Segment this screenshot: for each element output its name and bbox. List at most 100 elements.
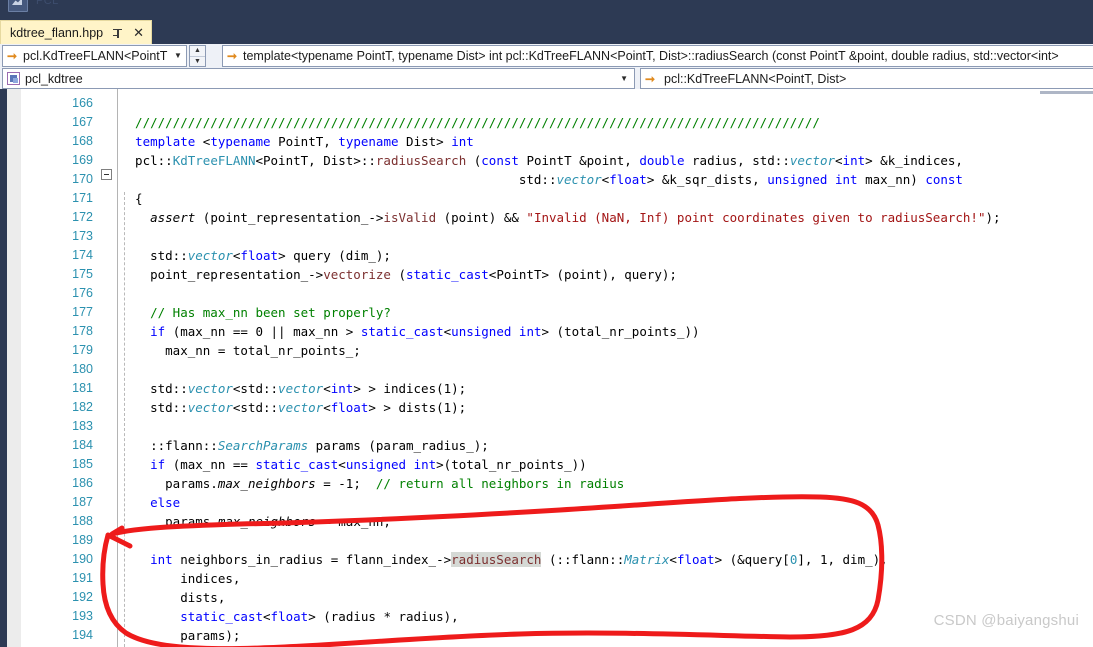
code-line: 191 indices, — [0, 569, 1093, 588]
line-number: 178 — [72, 324, 93, 338]
code-line: 174 std::vector<float> query (dim_); — [0, 246, 1093, 265]
arrow-right-icon: ➞ — [644, 71, 656, 86]
spinner-down-icon[interactable]: ▼ — [190, 56, 205, 67]
line-number: 167 — [72, 115, 93, 129]
chevron-down-icon[interactable]: ▼ — [620, 74, 628, 83]
code-line: 192 dists, — [0, 588, 1093, 607]
line-number: 185 — [72, 457, 93, 471]
visual-studio-editor-window: PCL kdtree_flann.hpp ✕ ➞ pcl.KdTreeFLANN… — [0, 0, 1093, 647]
code-line-text[interactable]: std::vector<std::vector<float> > dists(1… — [120, 398, 466, 417]
code-line: 193 static_cast<float> (radius * radius)… — [0, 607, 1093, 626]
code-line-text[interactable]: pcl::KdTreeFLANN<PointT, Dist>::radiusSe… — [120, 151, 963, 170]
code-line: 173 — [0, 227, 1093, 246]
document-tab-label: kdtree_flann.hpp — [10, 25, 104, 40]
tab-strip: kdtree_flann.hpp ✕ — [0, 20, 153, 44]
code-line-text[interactable]: ::flann::SearchParams params (param_radi… — [120, 436, 489, 455]
code-line: 187 else — [0, 493, 1093, 512]
navigation-spinner[interactable]: ▲ ▼ — [189, 45, 206, 67]
code-line: 189 — [0, 531, 1093, 550]
code-text-area[interactable]: 166 167 /////////////////////////////////… — [0, 89, 1093, 647]
code-line: 190 int neighbors_in_radius = flann_inde… — [0, 550, 1093, 569]
line-number: 192 — [72, 590, 93, 604]
code-line-text[interactable]: assert (point_representation_->isValid (… — [120, 208, 1000, 227]
code-line-text[interactable]: if (max_nn == 0 || max_nn > static_cast<… — [120, 322, 699, 341]
line-number: 181 — [72, 381, 93, 395]
code-line: 167 ////////////////////////////////////… — [0, 113, 1093, 132]
code-line-text[interactable]: static_cast<float> (radius * radius), — [120, 607, 458, 626]
project-name: pcl_kdtree — [25, 71, 83, 86]
line-number: 172 — [72, 210, 93, 224]
code-line-text[interactable]: params.max_neighbors = -1; // return all… — [120, 474, 624, 493]
code-line-text[interactable]: params); — [120, 626, 240, 645]
code-line-text[interactable]: indices, — [120, 569, 240, 588]
code-line: 166 — [0, 94, 1093, 113]
line-number: 187 — [72, 495, 93, 509]
code-line-text[interactable]: params.max_neighbors = max_nn; — [120, 512, 391, 531]
code-line: 194 params); — [0, 626, 1093, 645]
line-number: 186 — [72, 476, 93, 490]
line-number: 182 — [72, 400, 93, 414]
title-bar: PCL — [0, 0, 1093, 44]
code-line-text[interactable]: ////////////////////////////////////////… — [120, 113, 820, 132]
code-line-text[interactable]: std::vector<float> &k_sqr_dists, unsigne… — [120, 170, 963, 189]
code-line: 184 ::flann::SearchParams params (param_… — [0, 436, 1093, 455]
line-number: 180 — [72, 362, 93, 376]
line-number: 166 — [72, 96, 93, 110]
line-number: 183 — [72, 419, 93, 433]
code-line: 179 max_nn = total_nr_points_; — [0, 341, 1093, 360]
code-line: 172 assert (point_representation_->isVal… — [0, 208, 1093, 227]
close-icon[interactable]: ✕ — [133, 26, 144, 39]
line-number: 179 — [72, 343, 93, 357]
code-line-text[interactable]: template <typename PointT, typename Dist… — [120, 132, 474, 151]
code-line-text[interactable]: if (max_nn == static_cast<unsigned int>(… — [120, 455, 587, 474]
code-line: 188 params.max_neighbors = max_nn; — [0, 512, 1093, 531]
member-dropdown[interactable]: ➞ template<typename PointT, typename Dis… — [222, 45, 1093, 67]
line-number: 173 — [72, 229, 93, 243]
arrow-right-icon: ➞ — [226, 49, 238, 63]
code-line: 169 pcl::KdTreeFLANN<PointT, Dist>::radi… — [0, 151, 1093, 170]
type-dropdown[interactable]: ➞ pcl.KdTreeFLANN<PointT ▼ — [2, 45, 187, 67]
code-line: 176 — [0, 284, 1093, 303]
code-line: 185 if (max_nn == static_cast<unsigned i… — [0, 455, 1093, 474]
code-line: 180 — [0, 360, 1093, 379]
document-tab-kdtree-flann-hpp[interactable]: kdtree_flann.hpp ✕ — [0, 20, 153, 44]
code-line-text[interactable]: int neighbors_in_radius = flann_index_->… — [120, 550, 888, 569]
code-line: 186 params.max_neighbors = -1; // return… — [0, 474, 1093, 493]
class-dropdown[interactable]: ➞ pcl::KdTreeFLANN<PointT, Dist> — [640, 68, 1093, 89]
line-number: 177 — [72, 305, 93, 319]
line-number: 191 — [72, 571, 93, 585]
code-line-text[interactable]: point_representation_->vectorize (static… — [120, 265, 677, 284]
code-line: 170 std::vector<float> &k_sqr_dists, uns… — [0, 170, 1093, 189]
line-number: 168 — [72, 134, 93, 148]
visual-studio-icon — [8, 0, 28, 12]
member-dropdown-value: template<typename PointT, typename Dist>… — [243, 49, 1059, 63]
line-number: 193 — [72, 609, 93, 623]
app-label: PCL — [36, 0, 59, 7]
code-line: 183 — [0, 417, 1093, 436]
code-line: 181 std::vector<std::vector<int> > indic… — [0, 379, 1093, 398]
code-line-text[interactable]: { — [120, 189, 143, 208]
navigation-bar: ➞ pcl.KdTreeFLANN<PointT ▼ ▲ ▼ ➞ templat… — [0, 44, 1093, 68]
code-line-text[interactable]: std::vector<std::vector<int> > indices(1… — [120, 379, 466, 398]
pin-icon[interactable] — [113, 27, 124, 39]
project-dropdown[interactable]: pcl_kdtree ▼ — [2, 68, 635, 89]
line-number: 176 — [72, 286, 93, 300]
code-line-text[interactable]: std::vector<float> query (dim_); — [120, 246, 391, 265]
selected-token[interactable]: radiusSearch — [451, 552, 542, 567]
line-number: 188 — [72, 514, 93, 528]
code-editor[interactable]: 166 167 /////////////////////////////////… — [0, 89, 1093, 647]
chevron-down-icon[interactable]: ▼ — [170, 52, 186, 60]
code-line-text[interactable]: // Has max_nn been set properly? — [120, 303, 391, 322]
code-line-text[interactable]: else — [120, 493, 180, 512]
line-number: 171 — [72, 191, 93, 205]
code-line-text[interactable]: max_nn = total_nr_points_; — [120, 341, 361, 360]
code-line: 171 { — [0, 189, 1093, 208]
code-line: 182 std::vector<std::vector<float> > dis… — [0, 398, 1093, 417]
scope-bar: pcl_kdtree ▼ ➞ pcl::KdTreeFLANN<PointT, … — [0, 68, 1093, 89]
line-number: 189 — [72, 533, 93, 547]
spinner-up-icon[interactable]: ▲ — [190, 46, 205, 56]
line-number: 169 — [72, 153, 93, 167]
line-number: 194 — [72, 628, 93, 642]
code-line: 178 if (max_nn == 0 || max_nn > static_c… — [0, 322, 1093, 341]
code-line-text[interactable]: dists, — [120, 588, 225, 607]
